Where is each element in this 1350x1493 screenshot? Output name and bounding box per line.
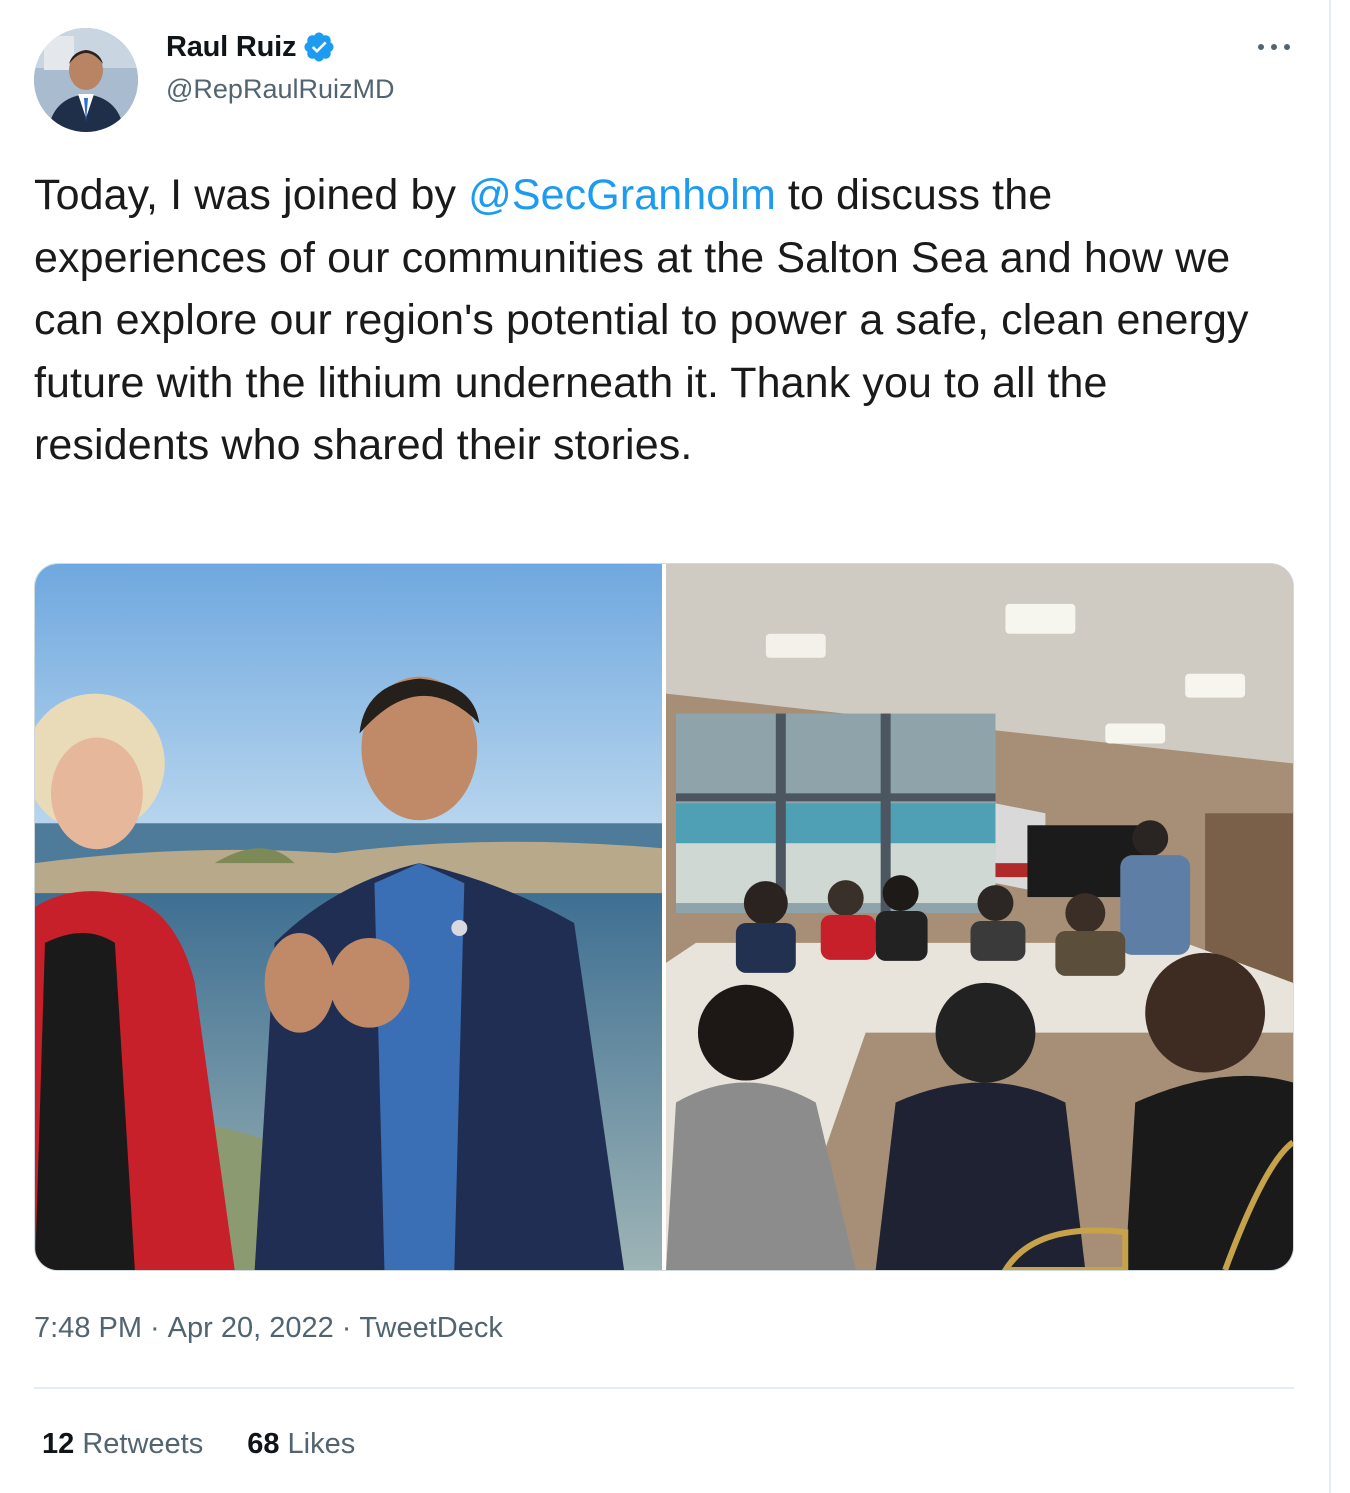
- meta-separator: ·: [150, 1312, 160, 1344]
- more-dot: [1271, 44, 1277, 50]
- author-name-row[interactable]: Raul Ruiz: [166, 30, 336, 64]
- retweets-stat[interactable]: 12 Retweets: [42, 1428, 203, 1461]
- more-dot: [1284, 44, 1290, 50]
- retweets-count: 12: [42, 1428, 75, 1460]
- tweet-text: Today, I was joined by @SecGranholm to d…: [34, 164, 1294, 477]
- likes-count: 68: [247, 1428, 280, 1460]
- tweet-card: Raul Ruiz @RepRaulRuizMD Today, I was jo…: [0, 0, 1331, 1493]
- photo-outdoor-sea[interactable]: [35, 564, 662, 1270]
- tweet-meta: 7:48 PM · Apr 20, 2022 · TweetDeck: [34, 1312, 503, 1345]
- photo-meeting-room[interactable]: [666, 564, 1293, 1270]
- tweet-media: [34, 563, 1294, 1271]
- verified-badge-icon: [302, 30, 336, 64]
- likes-stat[interactable]: 68 Likes: [247, 1428, 355, 1461]
- tweet-date[interactable]: Apr 20, 2022: [168, 1312, 334, 1345]
- mention-link[interactable]: @SecGranholm: [468, 171, 776, 219]
- meta-separator: ·: [341, 1312, 352, 1344]
- more-options-icon[interactable]: [1252, 32, 1296, 62]
- author-name[interactable]: Raul Ruiz: [166, 31, 297, 64]
- author-handle[interactable]: @RepRaulRuizMD: [166, 74, 394, 105]
- tweet-time[interactable]: 7:48 PM: [34, 1312, 142, 1345]
- retweets-label: Retweets: [82, 1428, 204, 1460]
- tweet-text-before: Today, I was joined by: [34, 171, 469, 219]
- avatar[interactable]: [34, 28, 138, 132]
- tweet-stats: 12 Retweets 68 Likes: [42, 1428, 355, 1461]
- likes-label: Likes: [287, 1428, 356, 1460]
- tweet-source[interactable]: TweetDeck: [359, 1312, 502, 1345]
- more-dot: [1258, 44, 1264, 50]
- divider: [34, 1387, 1294, 1389]
